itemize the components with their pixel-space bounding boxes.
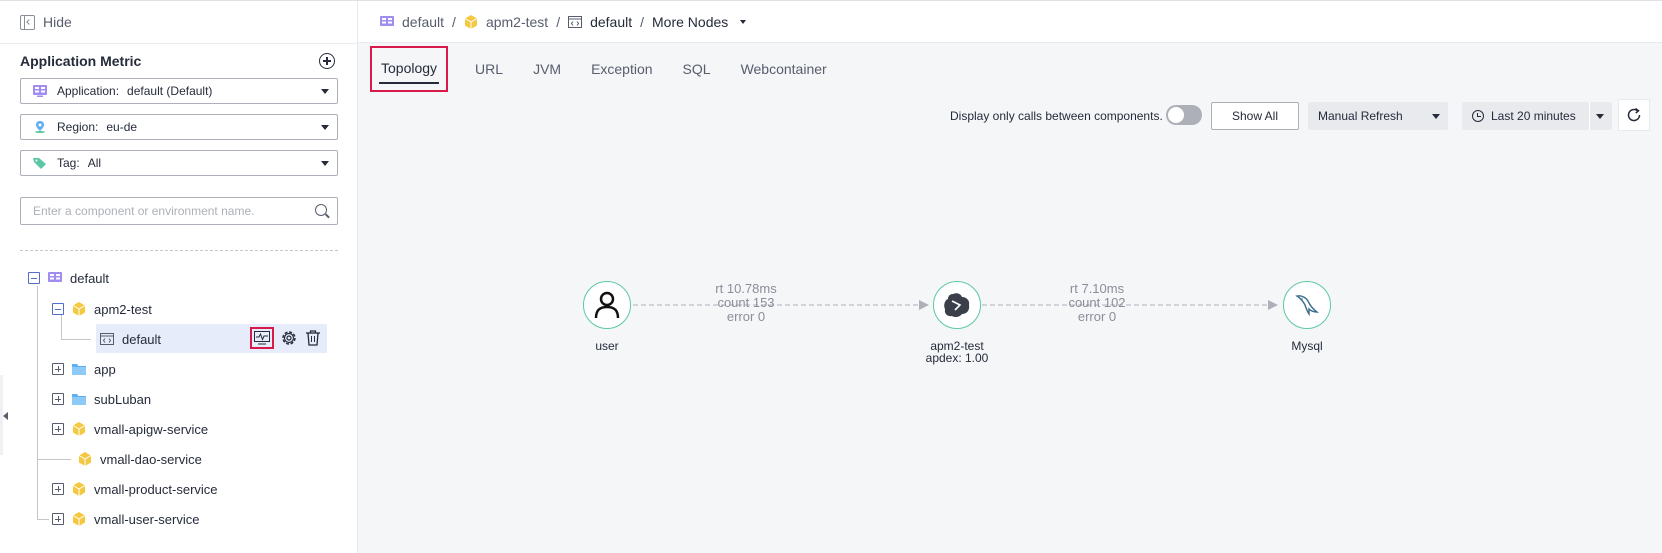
application-value: default (Default) xyxy=(127,84,213,98)
node-apdex: apdex: 1.00 xyxy=(925,351,989,365)
application-icon xyxy=(48,272,62,282)
tree-node-service[interactable]: vmall-user-service xyxy=(52,509,199,529)
edge-count: count 102 xyxy=(1068,295,1126,310)
component-cube-icon xyxy=(72,512,86,526)
sidebar: Hide Application Metric Application: def… xyxy=(0,1,358,553)
tree-node-environment[interactable]: default xyxy=(100,329,161,349)
component-cube-icon xyxy=(72,482,86,496)
collapse-panel-icon xyxy=(20,14,35,30)
node-label: user xyxy=(595,339,619,353)
mysql-dolphin-icon xyxy=(1295,295,1320,317)
folder-icon xyxy=(72,364,86,375)
application-icon xyxy=(33,85,47,97)
tree-label: vmall-apigw-service xyxy=(94,421,209,437)
component-cube-icon xyxy=(78,452,92,466)
edge-label: rt 10.78ms count 153 error 0 xyxy=(696,282,796,324)
topology-edges xyxy=(601,300,1278,310)
expand-icon[interactable] xyxy=(52,423,64,435)
tag-label: Tag: xyxy=(57,156,80,170)
tree-label: default xyxy=(70,270,110,286)
tree-node-service[interactable]: vmall-product-service xyxy=(52,479,218,499)
region-label: Region: xyxy=(57,120,99,134)
tree-node-folder-subluban[interactable]: subLuban xyxy=(52,389,151,409)
gear-icon[interactable] xyxy=(280,329,298,347)
caret-left-icon[interactable] xyxy=(3,412,8,420)
component-search xyxy=(20,197,338,225)
edge-rt: rt 10.78ms xyxy=(715,281,777,296)
tree-label: subLuban xyxy=(94,391,152,407)
monitor-button[interactable] xyxy=(250,327,274,349)
edge-label: rt 7.10ms count 102 error 0 xyxy=(1047,282,1147,324)
tree-label: vmall-user-service xyxy=(94,511,200,527)
expand-icon[interactable] xyxy=(52,483,64,495)
hide-sidebar-button[interactable]: Hide xyxy=(20,14,72,30)
expand-icon[interactable] xyxy=(52,363,64,375)
component-cube-icon xyxy=(72,422,86,436)
tag-value: All xyxy=(87,156,102,170)
region-select[interactable]: Region: eu-de xyxy=(20,114,338,140)
application-label: Application: xyxy=(57,84,120,98)
tree-node-service[interactable]: vmall-apigw-service xyxy=(52,419,208,439)
chevron-down-icon xyxy=(321,161,329,166)
user-icon xyxy=(594,291,620,319)
tree-node-root[interactable]: default xyxy=(28,268,109,288)
component-cube-icon xyxy=(72,302,86,316)
hide-label: Hide xyxy=(43,14,72,30)
edge-error: error 0 xyxy=(1077,309,1117,324)
tag-select[interactable]: Tag: All xyxy=(20,150,338,176)
application-select[interactable]: Application: default (Default) xyxy=(20,78,338,104)
edge-rt: rt 7.10ms xyxy=(1069,281,1125,296)
edge-count: count 153 xyxy=(717,295,775,310)
monitor-icon xyxy=(254,331,270,345)
node-actions xyxy=(250,327,322,349)
tree-label: apm2-test xyxy=(94,301,152,317)
collapse-icon[interactable] xyxy=(28,272,40,284)
expand-icon[interactable] xyxy=(52,393,64,405)
environment-code-icon xyxy=(100,333,114,345)
tag-icon xyxy=(33,158,46,169)
tree-label: app xyxy=(94,361,116,377)
tree-label: vmall-product-service xyxy=(94,481,218,497)
trash-icon[interactable] xyxy=(304,329,322,347)
section-title: Application Metric xyxy=(20,53,142,69)
expand-icon[interactable] xyxy=(52,513,64,525)
folder-icon xyxy=(72,394,86,405)
search-icon[interactable] xyxy=(315,204,327,216)
location-pin-icon xyxy=(35,121,45,133)
chevron-down-icon xyxy=(321,89,329,94)
chevron-down-icon xyxy=(321,125,329,130)
tree-node-service[interactable]: vmall-dao-service xyxy=(78,449,202,469)
tree-node-component[interactable]: apm2-test xyxy=(52,299,152,319)
tree-label: vmall-dao-service xyxy=(100,451,202,467)
search-input[interactable] xyxy=(31,198,305,224)
tree-node-folder-app[interactable]: app xyxy=(52,359,116,379)
topology-node-mysql[interactable] xyxy=(1283,281,1331,329)
topology-node-user[interactable] xyxy=(583,281,631,329)
main-content: default / apm2-test / default / More Nod… xyxy=(358,1,1662,553)
region-value: eu-de xyxy=(106,120,138,134)
edge-error: error 0 xyxy=(726,309,766,324)
collapse-icon[interactable] xyxy=(52,303,64,315)
topology-node-apm2-test[interactable] xyxy=(933,281,981,329)
tree-label: default xyxy=(122,331,162,347)
node-label: apm2-test apdex: 1.00 xyxy=(907,340,1007,364)
add-circle-icon[interactable] xyxy=(319,53,335,69)
service-node-icon xyxy=(944,293,970,318)
node-label: Mysql xyxy=(1291,339,1323,353)
